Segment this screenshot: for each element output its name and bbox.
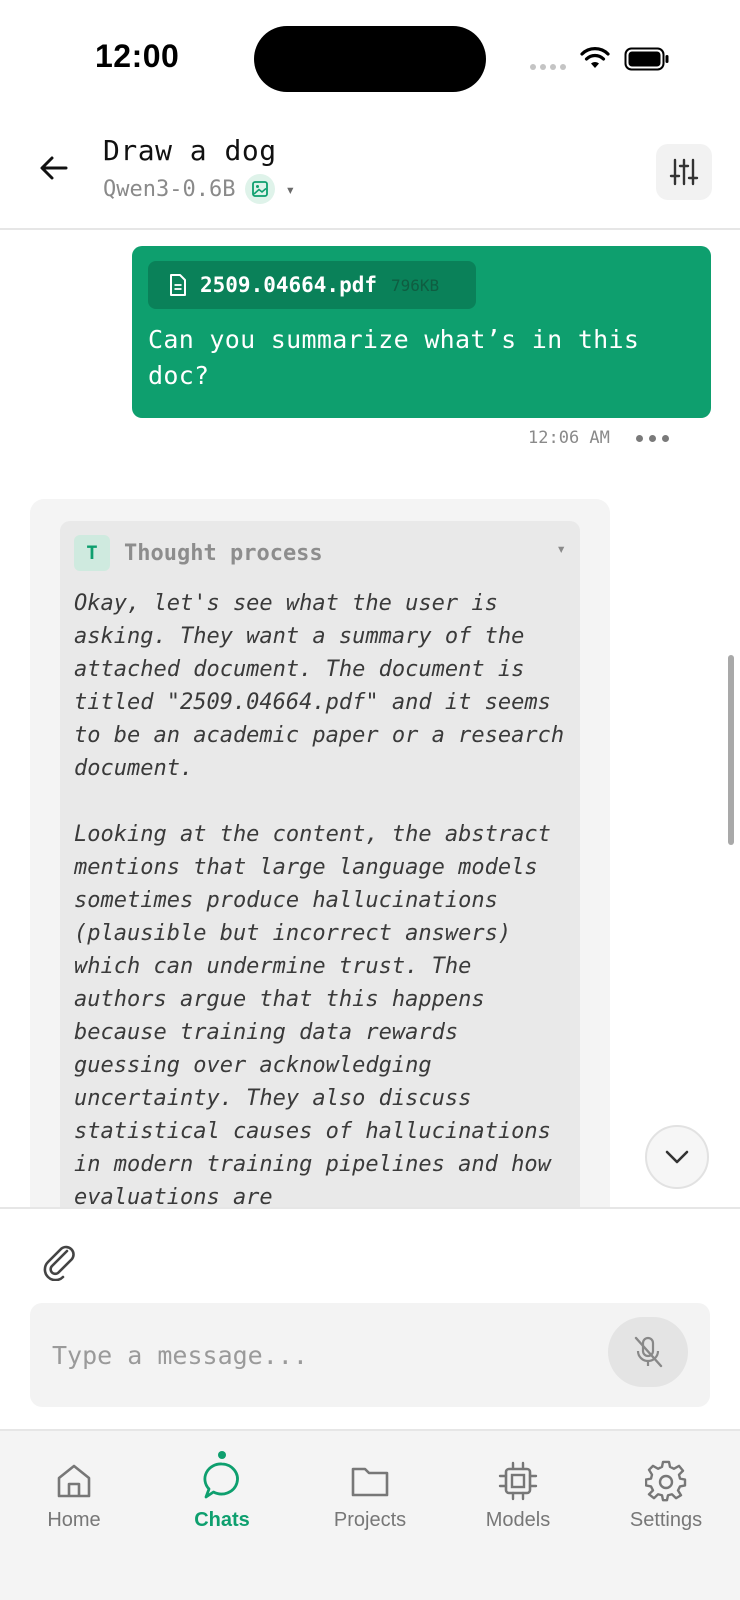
chevron-down-icon bbox=[665, 1150, 689, 1164]
tab-label: Home bbox=[47, 1509, 101, 1531]
active-indicator bbox=[218, 1451, 226, 1459]
tab-settings[interactable]: Settings bbox=[601, 1459, 731, 1549]
message-timestamp: 12:06 AM bbox=[528, 428, 610, 448]
tab-label: Chats bbox=[194, 1509, 250, 1531]
paperclip-icon[interactable] bbox=[40, 1241, 80, 1281]
tab-models[interactable]: Models bbox=[453, 1459, 583, 1549]
bottom-tab-bar: Home Chats Projects Models Settings bbox=[0, 1429, 740, 1600]
message-input[interactable] bbox=[52, 1333, 572, 1377]
sliders-icon bbox=[669, 158, 699, 186]
chat-messages[interactable]: 2509.04664.pdf 796KB Can you summarize w… bbox=[0, 232, 740, 1207]
dynamic-island bbox=[254, 26, 486, 92]
thought-paragraph: Okay, let's see what the user is asking.… bbox=[74, 591, 565, 781]
thought-process-title: Thought process bbox=[124, 540, 323, 566]
attachment-name: 2509.04664.pdf bbox=[200, 273, 378, 297]
tab-label: Models bbox=[485, 1509, 551, 1531]
attachment-size: 796KB bbox=[391, 275, 440, 295]
chat-header: Draw a dog Qwen3-0.6B ▾ bbox=[0, 110, 740, 230]
user-message-bubble[interactable]: 2509.04664.pdf 796KB Can you summarize w… bbox=[132, 246, 711, 418]
back-arrow-icon[interactable] bbox=[36, 150, 72, 186]
chat-bubble-icon bbox=[200, 1459, 244, 1503]
gear-icon bbox=[644, 1459, 688, 1503]
more-options-icon[interactable] bbox=[635, 434, 669, 442]
wifi-icon bbox=[580, 47, 610, 68]
user-message-text: Can you summarize what’s in this doc? bbox=[148, 325, 640, 390]
status-time: 12:00 bbox=[95, 38, 180, 74]
tab-label: Projects bbox=[333, 1509, 407, 1531]
thought-process-panel[interactable]: T Thought process ▾ Okay, let's see what… bbox=[60, 521, 580, 1207]
chat-title: Draw a dog bbox=[103, 134, 277, 167]
message-input-wrapper bbox=[30, 1303, 710, 1407]
home-icon bbox=[52, 1459, 96, 1503]
folder-icon bbox=[348, 1459, 392, 1503]
scroll-to-bottom-button[interactable] bbox=[645, 1125, 709, 1189]
chat-scrollbar[interactable] bbox=[728, 655, 734, 845]
tab-label: Settings bbox=[629, 1509, 703, 1531]
thought-process-text: Okay, let's see what the user is asking.… bbox=[74, 587, 574, 1207]
assistant-avatar: T bbox=[74, 535, 110, 571]
document-icon bbox=[170, 274, 186, 296]
tab-projects[interactable]: Projects bbox=[305, 1459, 435, 1549]
chip-icon bbox=[496, 1459, 540, 1503]
battery-icon bbox=[624, 47, 669, 71]
microphone-button[interactable] bbox=[608, 1317, 688, 1387]
message-meta: 12:06 AM bbox=[528, 428, 669, 448]
collapse-caret-icon[interactable]: ▾ bbox=[556, 539, 566, 558]
status-bar: 12:00 bbox=[0, 0, 740, 110]
image-icon bbox=[245, 174, 276, 204]
tab-home[interactable]: Home bbox=[9, 1459, 139, 1549]
message-composer bbox=[0, 1207, 740, 1429]
tab-chats[interactable]: Chats bbox=[157, 1451, 287, 1549]
mic-off-icon bbox=[634, 1336, 663, 1368]
assistant-message-card: T Thought process ▾ Okay, let's see what… bbox=[30, 499, 610, 1207]
attachment-chip[interactable]: 2509.04664.pdf 796KB bbox=[148, 261, 476, 309]
cellular-signal-icon bbox=[530, 64, 566, 70]
thought-paragraph: Looking at the content, the abstract men… bbox=[74, 822, 551, 1207]
chat-settings-button[interactable] bbox=[656, 144, 712, 200]
chevron-down-icon: ▾ bbox=[285, 179, 296, 199]
model-selector[interactable]: Qwen3-0.6B ▾ bbox=[103, 174, 295, 204]
model-name: Qwen3-0.6B bbox=[103, 176, 236, 202]
thought-process-header[interactable]: T Thought process ▾ bbox=[74, 535, 568, 571]
